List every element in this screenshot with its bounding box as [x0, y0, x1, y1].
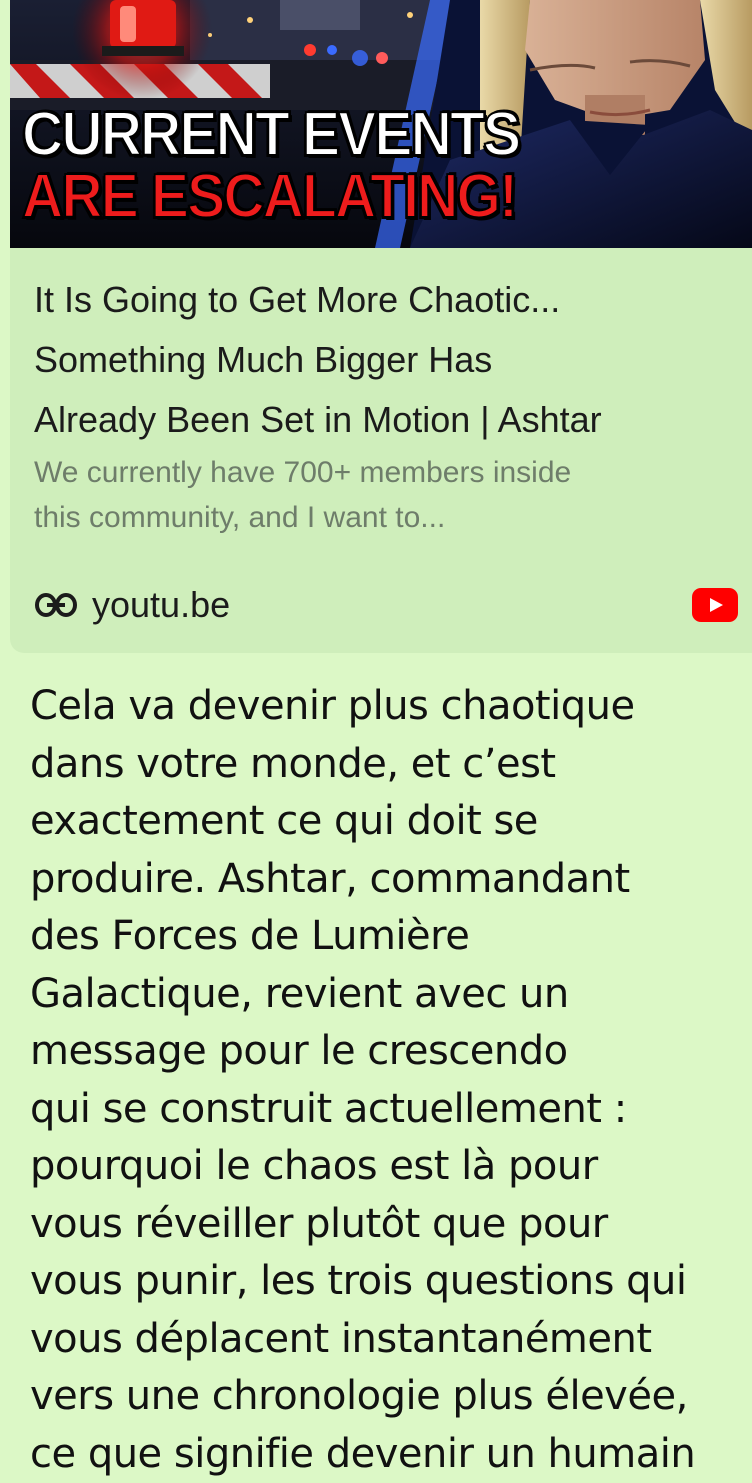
youtube-icon [692, 588, 738, 622]
preview-title-line: It Is Going to Get More Chaotic... [34, 270, 734, 330]
message-line: produire. Ashtar, commandant [30, 851, 750, 909]
message-line: dans votre monde, et c’est [30, 736, 750, 794]
message-line: pourquoi le chaos est là pour [30, 1138, 750, 1196]
message-line: des Forces de Lumière [30, 908, 750, 966]
message-line: ce que signifie devenir un humain [30, 1426, 750, 1483]
message-line: Cela va devenir plus chaotique [30, 678, 750, 736]
link-icon [34, 590, 78, 620]
thumbnail-headline-line1: CURRENT EVENTS [22, 104, 519, 166]
preview-description-line: this community, and I want to... [34, 495, 734, 540]
message-line: vers une chronologie plus élevée, [30, 1368, 750, 1426]
preview-domain-text: youtu.be [92, 584, 230, 626]
preview-domain[interactable]: youtu.be [34, 580, 230, 630]
preview-title: It Is Going to Get More Chaotic... Somet… [34, 270, 734, 450]
message-line: message pour le crescendo [30, 1023, 750, 1081]
message-text: Cela va devenir plus chaotique dans votr… [30, 678, 750, 1483]
message-line: exactement ce qui doit se [30, 793, 750, 851]
message-line: qui se construit actuellement : [30, 1081, 750, 1139]
preview-description-line: We currently have 700+ members inside [34, 450, 734, 495]
message-line: vous déplacent instantanément [30, 1311, 750, 1369]
preview-title-line: Already Been Set in Motion | Ashtar [34, 390, 734, 450]
thumbnail-headline-line2: ARE ESCALATING! [22, 166, 516, 228]
message-line: Galactique, revient avec un [30, 966, 750, 1024]
message-line: vous réveiller plutôt que pour [30, 1196, 750, 1254]
preview-title-line: Something Much Bigger Has [34, 330, 734, 390]
link-preview-card[interactable]: It Is Going to Get More Chaotic... Somet… [10, 248, 752, 653]
video-thumbnail[interactable]: CURRENT EVENTS ARE ESCALATING! [10, 0, 752, 248]
message-line: vous punir, les trois questions qui [30, 1253, 750, 1311]
preview-description: We currently have 700+ members inside th… [34, 450, 734, 540]
